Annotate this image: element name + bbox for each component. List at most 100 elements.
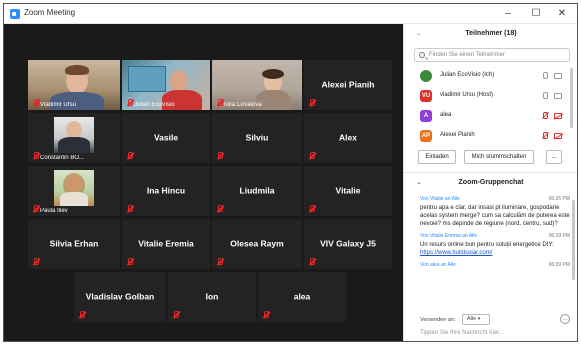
close-button[interactable]: ✕ [552, 6, 572, 21]
video-tile[interactable]: Vasile [122, 113, 210, 163]
tile-name-label: Paula Iliev [40, 208, 68, 214]
tile-name: Silviu [245, 132, 269, 143]
participant-row[interactable]: Julian EcoVisio (Ich) [414, 66, 572, 86]
message-time: 06:39 PM [548, 262, 570, 268]
tile-name-label: Constantin BO... [40, 155, 85, 161]
video-tile[interactable]: Liudmila [212, 166, 302, 216]
video-tile[interactable]: VIV Galaxy J5 [304, 219, 392, 269]
title-bar: Zoom Meeting – ☐ ✕ [4, 4, 577, 24]
muted-mic-icon [32, 152, 40, 160]
message-sender: Von Vitalie Eremia an Alle 06:39 PM [420, 233, 570, 241]
participant-row[interactable]: VU vladimir Ursu (Host) [414, 86, 572, 106]
muted-mic-icon [126, 205, 134, 213]
chat-scrollbar[interactable] [572, 200, 575, 280]
video-tile[interactable]: Vitalie [304, 166, 392, 216]
chat-input[interactable]: Tippen Sie Ihre Nachricht hier... [420, 327, 572, 339]
video-tile[interactable]: Iulia Covalova [212, 60, 302, 110]
avatar [420, 70, 432, 82]
video-tile[interactable]: Silvia Erhan [28, 219, 120, 269]
video-tile[interactable]: Alexei Pianih [304, 60, 392, 110]
participant-actions: Einladen Mich stummschalten ... [414, 150, 572, 164]
camera-icon[interactable] [554, 93, 562, 99]
participant-name: alea [440, 112, 452, 118]
chevron-down-icon[interactable]: ⌄ [416, 180, 422, 186]
tile-name-label: Iulia Covalova [224, 102, 262, 108]
message-link[interactable]: https://www.buildsolar.com/ [420, 249, 570, 257]
tile-name-label: Vladimir Ursu [40, 102, 77, 108]
tile-name: Vladislav Golban [85, 291, 155, 302]
tile-name: Vasile [153, 132, 179, 143]
camera-off-icon[interactable] [554, 113, 562, 119]
camera-off-icon[interactable] [554, 133, 562, 139]
video-tile[interactable]: Vitalie Eremia [122, 219, 210, 269]
maximize-button[interactable]: ☐ [526, 6, 546, 21]
message-sender: Von alea an Alle 06:39 PM [420, 262, 570, 270]
video-tile[interactable]: Silviu [212, 113, 302, 163]
chat-title-text: Zoom-Gruppenchat [458, 179, 524, 186]
send-to-row: Versenden an: Alle ▾ ... [420, 314, 572, 326]
tile-name: Alexei Pianih [321, 79, 375, 90]
tile-name: VIV Galaxy J5 [320, 238, 376, 249]
participant-search-input[interactable]: Finden Sie einen Teilnehmer [414, 48, 570, 62]
participant-scrollbar[interactable] [570, 68, 573, 128]
muted-mic-icon [262, 311, 270, 319]
gallery-view: Vladimir Ursu Julian EcoVisio Iulia Cova… [4, 24, 403, 341]
tile-name: Alex [339, 132, 357, 143]
video-tile[interactable]: Vladislav Golban [74, 272, 166, 322]
mic-icon[interactable] [543, 92, 548, 99]
muted-mic-icon [126, 99, 134, 107]
muted-mic-icon [308, 258, 316, 266]
muted-mic-icon[interactable] [543, 112, 548, 119]
participants-title: Teilnehmer (18) [465, 30, 517, 37]
muted-mic-icon [172, 311, 180, 319]
avatar: AP [420, 130, 432, 142]
chat-title: ⌄ Zoom-Gruppenchat [404, 172, 577, 192]
video-tile[interactable]: alea [258, 272, 346, 322]
tile-name: Silvia Erhan [49, 238, 99, 249]
video-tile[interactable]: Vladimir Ursu [28, 60, 120, 110]
muted-mic-icon [308, 99, 316, 107]
muted-mic-icon[interactable] [543, 132, 548, 139]
video-tile[interactable]: Olesea Raym [212, 219, 302, 269]
mic-icon[interactable] [543, 72, 548, 79]
camera-icon[interactable] [554, 73, 562, 79]
message-time: 06:39 PM [548, 233, 570, 239]
video-tile[interactable]: Ina Hincu [122, 166, 210, 216]
recipient-select[interactable]: Alle ▾ [462, 314, 490, 325]
video-tile[interactable]: Constantin BO... [28, 113, 120, 163]
window-title: Zoom Meeting [24, 8, 76, 17]
participant-row[interactable]: A alea [414, 106, 572, 126]
tile-name: alea [293, 291, 311, 302]
screenshot-frame: Zoom Meeting – ☐ ✕ Vladimir Ursu Julian … [3, 3, 578, 342]
tile-name: Vitalie [335, 185, 361, 196]
side-panel: ⌄ Teilnehmer (18) Finden Sie einen Teiln… [403, 24, 577, 341]
participant-row[interactable]: AP Alexei Pianih [414, 126, 572, 146]
sender-text: Von alea an Alle [420, 262, 456, 268]
muted-mic-icon [216, 99, 224, 107]
tile-name: Ina Hincu [146, 185, 186, 196]
video-tile[interactable]: Alex [304, 113, 392, 163]
chat-message: Von alea an Alle 06:39 PM [420, 262, 570, 270]
participant-video [54, 117, 94, 153]
search-placeholder: Finden Sie einen Teilnehmer [429, 52, 505, 58]
file-icon[interactable]: ... [560, 314, 570, 324]
video-tile[interactable]: Julian EcoVisio [122, 60, 210, 110]
muted-mic-icon [126, 258, 134, 266]
participant-name: Alexei Pianih [440, 132, 475, 138]
video-tile[interactable]: Ion [168, 272, 256, 322]
more-button[interactable]: ... [546, 150, 562, 164]
participant-name: vladimir Ursu (Host) [440, 92, 494, 98]
sender-text: Von Vitalie an Alle [420, 196, 460, 202]
video-tile[interactable]: Paula Iliev [28, 166, 120, 216]
minimize-button[interactable]: – [498, 6, 518, 21]
message-sender: Von Vitalie an Alle 06:35 PM [420, 196, 570, 204]
chat-message: Von Vitalie an Alle 06:35 PM pentru apa … [420, 196, 570, 228]
muted-mic-icon [126, 152, 134, 160]
participant-video [54, 170, 94, 206]
mute-me-button[interactable]: Mich stummschalten [464, 150, 534, 164]
chat-message: Von Vitalie Eremia an Alle 06:39 PM Un r… [420, 233, 570, 257]
zoom-window: Zoom Meeting – ☐ ✕ Vladimir Ursu Julian … [4, 4, 577, 341]
chat-messages: Von Vitalie an Alle 06:35 PM pentru apa … [420, 196, 570, 275]
invite-button[interactable]: Einladen [418, 150, 456, 164]
chevron-down-icon: ▾ [477, 316, 481, 322]
